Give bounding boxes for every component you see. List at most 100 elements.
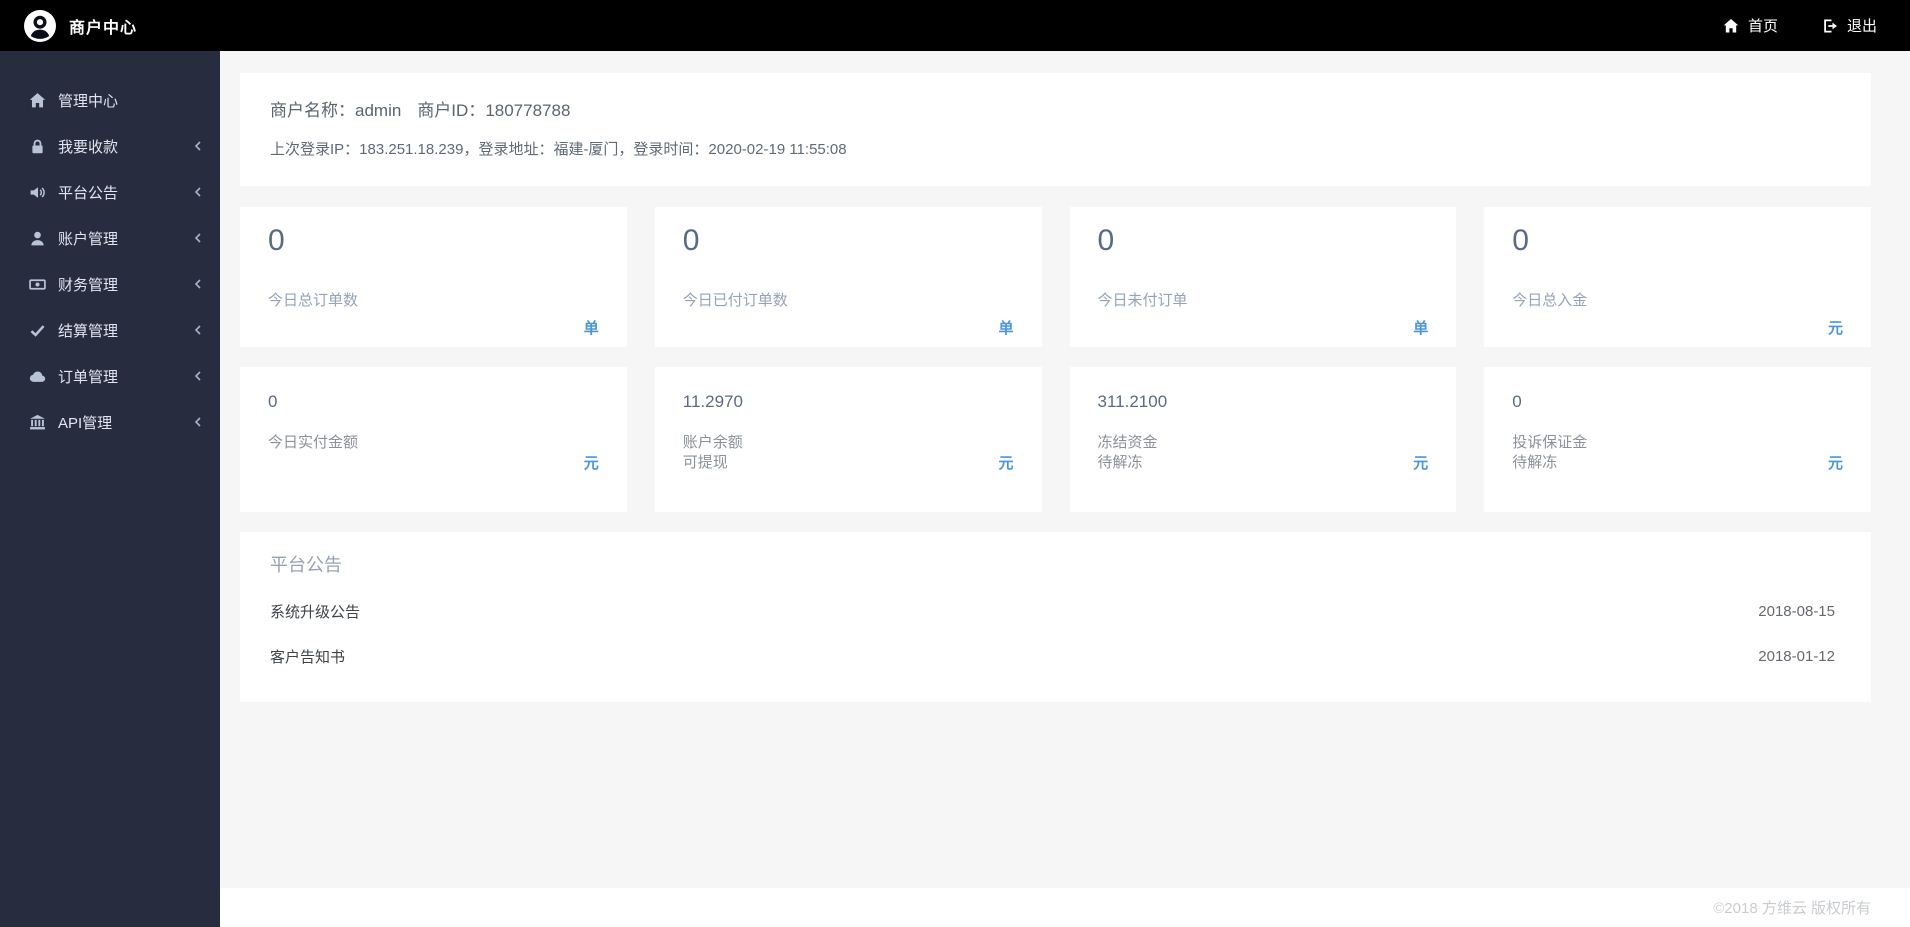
announcement-date: 2018-08-15 — [1758, 603, 1835, 620]
stat-label: 今日实付金额 — [268, 434, 359, 451]
topbar: 商户中心 首页 退出 — [0, 0, 1910, 51]
content: 商户名称：admin 商户ID：180778788 上次登录IP：183.251.… — [220, 51, 1910, 888]
announcement-title[interactable]: 系统升级公告 — [270, 601, 360, 622]
stat-unit: 单 — [583, 320, 599, 337]
sign-out-icon — [1824, 19, 1837, 32]
stat-value: 311.2100 — [1097, 392, 1168, 411]
stat-labels: 今日实付金额 — [268, 433, 358, 473]
lock-icon — [29, 138, 46, 155]
announcement-row[interactable]: 系统升级公告 2018-08-15 — [270, 601, 1835, 622]
stat-value: 0 — [1512, 392, 1522, 411]
volume-icon — [29, 184, 46, 201]
merchant-info-card: 商户名称：admin 商户ID：180778788 上次登录IP：183.251.… — [240, 73, 1871, 186]
sidebar-item-order-management[interactable]: 订单管理 — [0, 353, 220, 399]
logout-link[interactable]: 退出 — [1822, 15, 1877, 36]
stat-unit: 元 — [583, 454, 599, 472]
announcement-title[interactable]: 客户告知书 — [270, 646, 345, 667]
brand: 商户中心 — [0, 9, 138, 42]
chevron-left-icon — [193, 233, 203, 243]
home-link-label: 首页 — [1747, 18, 1778, 35]
stat-label: 今日未付订单 — [1097, 292, 1188, 309]
sidebar-item-settlement-management[interactable]: 结算管理 — [0, 307, 220, 353]
stat-label: 冻结资金 — [1097, 434, 1158, 451]
announcements-card: 平台公告 系统升级公告 2018-08-15 客户告知书 2018-01-12 — [240, 532, 1871, 702]
last-login-line: 上次登录IP：183.251.18.239，登录地址：福建-厦门，登录时间：20… — [270, 141, 847, 158]
topbar-nav: 首页 退出 — [1679, 15, 1910, 36]
sidebar-item-label: 财务管理 — [58, 276, 119, 294]
stat-label: 今日已付订单数 — [682, 292, 788, 309]
stat-card-total-orders: 0 今日总订单数 单 — [240, 207, 627, 347]
stat-unit: 单 — [998, 320, 1014, 337]
stat-label: 今日总入金 — [1512, 292, 1588, 309]
copyright-text: ©2018 方维云 版权所有 — [1713, 900, 1871, 917]
stat-card-total-income: 0 今日总入金 元 — [1484, 207, 1871, 347]
sidebar-item-label: API管理 — [58, 414, 113, 432]
stat-sublabel: 可提现 — [682, 453, 728, 471]
stat-unit: 元 — [998, 454, 1014, 472]
logout-link-label: 退出 — [1846, 18, 1877, 35]
stat-sublabel: 待解冻 — [1512, 453, 1558, 471]
merchant-id-value: 180778788 — [485, 101, 571, 120]
chevron-left-icon — [193, 279, 203, 289]
sidebar-item-label: 账户管理 — [58, 230, 119, 248]
stat-value: 0 — [682, 224, 700, 257]
stat-row-1: 0 今日总订单数 单 0 今日已付订单数 单 0 今日未付订单 单 0 今日总入… — [240, 207, 1871, 347]
stat-value: 0 — [1512, 224, 1529, 257]
page-footer: ©2018 方维云 版权所有 — [220, 888, 1910, 927]
user-icon — [29, 230, 46, 247]
bank-icon — [29, 414, 46, 431]
merchant-name-label: 商户名称： — [270, 101, 355, 120]
stat-labels: 账户余额 可提现 — [683, 433, 743, 473]
merchant-name-value: admin — [355, 101, 402, 120]
stat-value: 0 — [1097, 224, 1115, 257]
stat-unit: 元 — [1413, 454, 1429, 472]
stat-row-2: 0 今日实付金额 元 11.2970 账户余额 可提现 元 311.2100 冻… — [240, 367, 1871, 512]
sidebar-item-finance-management[interactable]: 财务管理 — [0, 261, 220, 307]
sidebar-item-account-management[interactable]: 账户管理 — [0, 215, 220, 261]
stat-sublabel: 待解冻 — [1097, 453, 1143, 471]
stat-unit: 元 — [1827, 320, 1843, 337]
sidebar-item-label: 管理中心 — [58, 92, 119, 110]
announcement-date: 2018-01-12 — [1758, 648, 1835, 665]
chevron-left-icon — [193, 371, 203, 381]
cloud-icon — [29, 368, 46, 385]
stat-value: 11.2970 — [682, 392, 743, 411]
stat-card-account-balance: 11.2970 账户余额 可提现 元 — [654, 367, 1042, 512]
sidebar-item-collect-payment[interactable]: 我要收款 — [0, 123, 220, 169]
stat-card-unpaid-orders: 0 今日未付订单 单 — [1069, 207, 1457, 347]
chevron-left-icon — [193, 417, 203, 427]
stat-unit: 单 — [1413, 320, 1429, 337]
app-title: 商户中心 — [69, 19, 138, 37]
sidebar-item-admin-center[interactable]: 管理中心 — [0, 77, 220, 123]
stat-label: 投诉保证金 — [1512, 434, 1588, 451]
sidebar-nav: 管理中心 我要收款 平台公告 账户管理 财务管理 结算管理 订单管理 API管理 — [0, 51, 220, 445]
sidebar-item-label: 我要收款 — [58, 138, 119, 156]
announcement-row[interactable]: 客户告知书 2018-01-12 — [270, 646, 1835, 667]
stat-value: 0 — [268, 224, 285, 257]
stat-labels: 冻结资金 待解冻 — [1098, 433, 1158, 473]
stat-card-paid-orders: 0 今日已付订单数 单 — [654, 207, 1042, 347]
stat-card-complaint-deposit: 0 投诉保证金 待解冻 元 — [1484, 367, 1871, 512]
chevron-left-icon — [193, 325, 203, 335]
stat-labels: 投诉保证金 待解冻 — [1512, 433, 1587, 473]
stat-label: 账户余额 — [682, 434, 743, 451]
chevron-left-icon — [193, 141, 203, 151]
money-icon — [29, 276, 46, 293]
sidebar: 管理中心 我要收款 平台公告 账户管理 财务管理 结算管理 订单管理 API管理 — [0, 51, 220, 927]
main-area: 商户名称：admin 商户ID：180778788 上次登录IP：183.251.… — [220, 0, 1910, 927]
check-icon — [29, 322, 46, 339]
stat-sublabel — [268, 453, 358, 473]
stat-card-frozen-funds: 311.2100 冻结资金 待解冻 元 — [1069, 367, 1457, 512]
merchant-id-label: 商户ID： — [417, 101, 486, 120]
stat-unit: 元 — [1827, 454, 1843, 472]
home-icon — [29, 92, 46, 109]
announcements-title: 平台公告 — [270, 555, 342, 575]
home-icon — [1723, 18, 1739, 32]
stat-card-paid-amount: 0 今日实付金额 元 — [240, 367, 627, 512]
home-link[interactable]: 首页 — [1723, 15, 1778, 36]
stat-label: 今日总订单数 — [268, 292, 359, 309]
sidebar-item-api-management[interactable]: API管理 — [0, 399, 220, 445]
sidebar-item-label: 订单管理 — [58, 368, 119, 386]
sidebar-item-platform-announcements[interactable]: 平台公告 — [0, 169, 220, 215]
avatar-logo-icon — [24, 9, 56, 42]
